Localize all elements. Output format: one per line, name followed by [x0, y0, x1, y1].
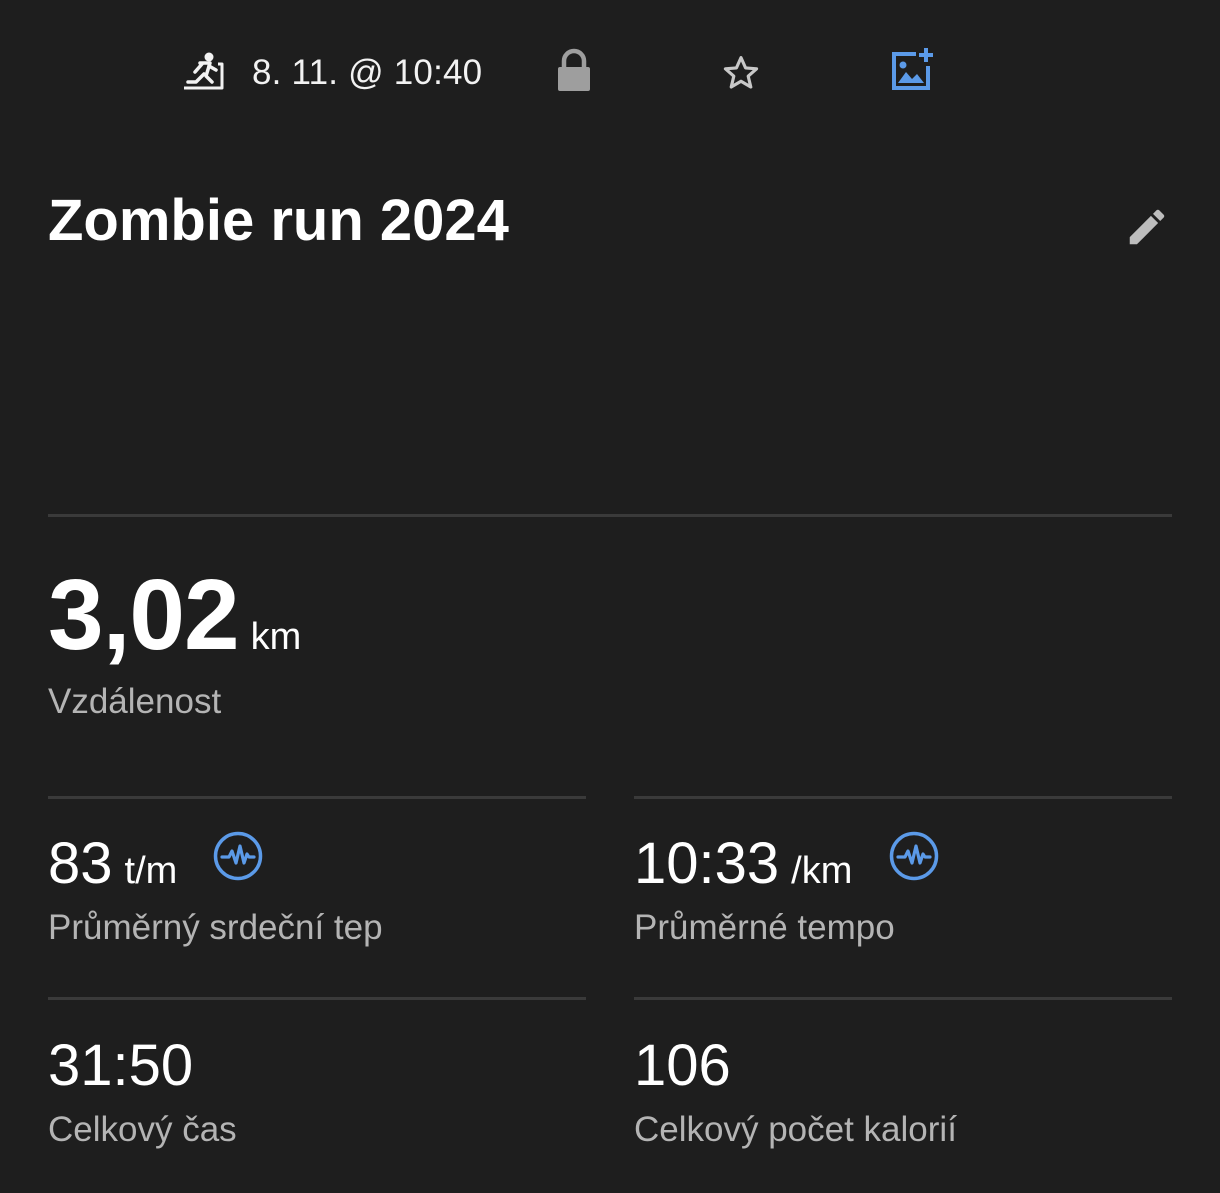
avg-pace-unit: /km [791, 850, 853, 892]
total-time-value: 31:50 [48, 1033, 194, 1098]
avg-pace-stat[interactable]: 10:33/km [634, 832, 852, 896]
divider-row2-right [634, 997, 1172, 1000]
heart-rate-icon[interactable] [212, 830, 264, 882]
heart-rate-icon[interactable] [888, 830, 940, 882]
avg-heart-rate-unit: t/m [124, 850, 178, 892]
avg-pace-label: Průměrné tempo [634, 908, 895, 947]
lock-icon[interactable] [554, 48, 594, 94]
star-outline-icon[interactable] [720, 52, 762, 94]
avg-heart-rate-label: Průměrný srdeční tep [48, 908, 383, 947]
total-calories-stat[interactable]: 106 [634, 1034, 731, 1098]
total-time-stat[interactable]: 31:50 [48, 1034, 193, 1098]
total-calories-value: 106 [634, 1033, 731, 1098]
distance-value: 3,02 km [48, 560, 301, 670]
divider-top [48, 514, 1172, 517]
divider-row1-left [48, 796, 586, 799]
avg-pace-value: 10:33 [634, 831, 780, 896]
avg-heart-rate-stat[interactable]: 83 t/m [48, 832, 177, 896]
avg-heart-rate-value: 83 [48, 831, 113, 896]
distance-number: 3,02 [48, 559, 240, 671]
divider-row1-right [634, 796, 1172, 799]
distance-unit: km [250, 616, 302, 658]
divider-row2-left [48, 997, 586, 1000]
activity-datetime: 8. 11. @ 10:40 [252, 53, 483, 92]
activity-title: Zombie run 2024 [48, 188, 509, 253]
activity-header-bar: 8. 11. @ 10:40 [0, 40, 1220, 106]
treadmill-run-icon [184, 52, 224, 90]
pencil-icon[interactable] [1124, 204, 1170, 250]
distance-label: Vzdálenost [48, 682, 222, 721]
total-calories-label: Celkový počet kalorií [634, 1110, 957, 1149]
add-photo-icon[interactable] [888, 46, 936, 94]
total-time-label: Celkový čas [48, 1110, 237, 1149]
